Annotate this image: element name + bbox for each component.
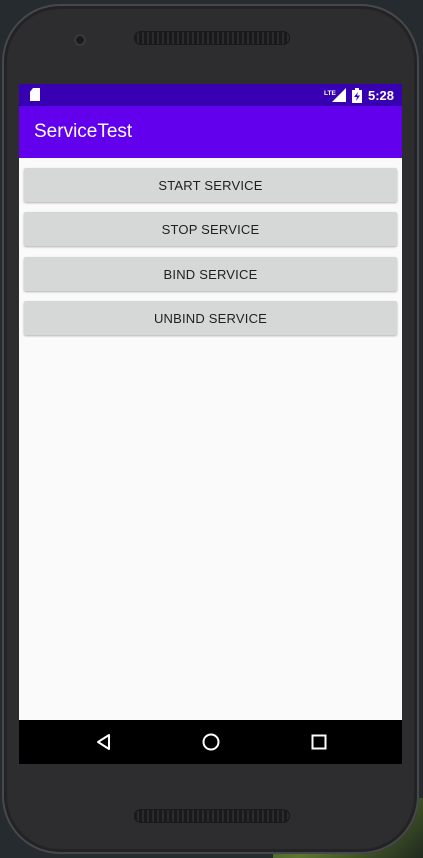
recents-button[interactable] [306,729,332,755]
app-title: ServiceTest [34,121,133,142]
main-content: START SERVICE STOP SERVICE BIND SERVICE … [19,158,402,720]
top-speaker-grille [134,31,290,45]
lte-signal-icon: LTE [324,88,346,102]
status-bar: LTE 5:28 [19,84,402,106]
device-screen: LTE 5:28 ServiceTest START SERVICE STOP … [19,84,402,764]
front-camera [74,34,86,46]
status-time: 5:28 [367,87,394,103]
bottom-speaker-grille [134,809,290,823]
back-triangle-icon [97,734,110,750]
home-button[interactable] [198,729,224,755]
home-circle-icon [202,733,220,751]
sd-card-icon [30,88,40,101]
status-indicators: LTE 5:28 [324,84,394,106]
start-service-button[interactable]: START SERVICE [24,168,397,202]
navigation-bar [19,720,402,764]
app-toolbar: ServiceTest [19,106,402,158]
stop-service-button[interactable]: STOP SERVICE [24,212,397,246]
battery-charging-icon [351,87,362,103]
unbind-service-button[interactable]: UNBIND SERVICE [24,301,397,335]
recents-square-icon [311,734,327,750]
phone-frame: LTE 5:28 ServiceTest START SERVICE STOP … [2,4,419,854]
back-button[interactable] [91,729,117,755]
network-type-label: LTE [324,90,336,97]
bind-service-button[interactable]: BIND SERVICE [24,257,397,291]
